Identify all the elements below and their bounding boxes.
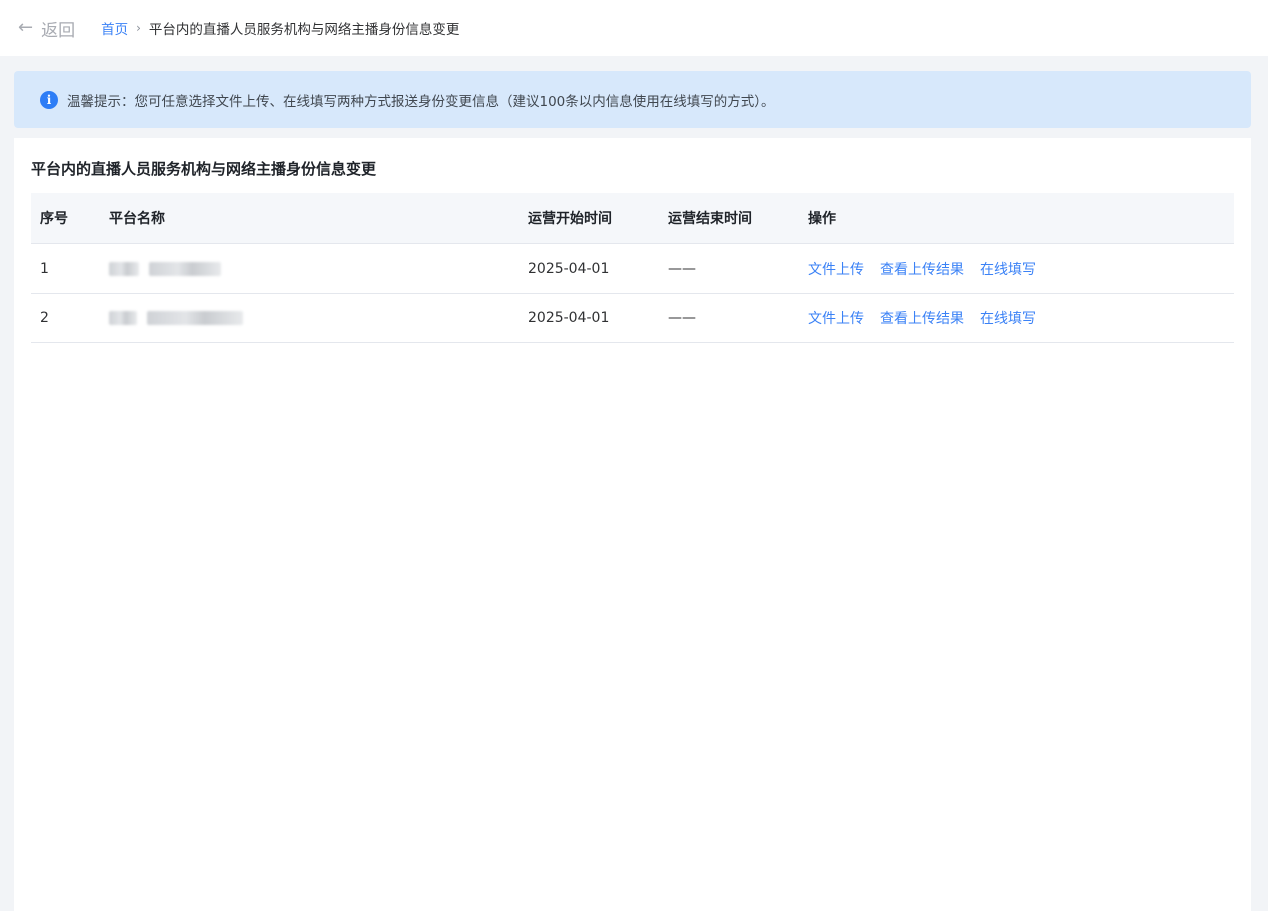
top-bar: ← 返回 首页 › 平台内的直播人员服务机构与网络主播身份信息变更 — [0, 0, 1268, 56]
redacted-text — [147, 311, 243, 325]
column-header-index: 序号 — [40, 211, 68, 227]
redacted-text — [149, 261, 221, 276]
view-upload-result-link[interactable]: 查看上传结果 — [880, 308, 964, 328]
file-upload-link[interactable]: 文件上传 — [808, 308, 864, 328]
breadcrumb: 首页 › 平台内的直播人员服务机构与网络主播身份信息变更 — [101, 18, 459, 38]
notice-text: 温馨提示：您可任意选择文件上传、在线填写两种方式报送身份变更信息（建议100条以… — [67, 93, 775, 110]
redacted-text — [109, 261, 139, 276]
table-header: 序号 平台名称 运营开始时间 运营结束时间 操作 — [31, 193, 1234, 243]
table-row: 1 2025-04-01 —— 文件上传 查看上传结果 在线填写 — [31, 243, 1234, 293]
back-button[interactable]: ← 返回 — [18, 16, 75, 41]
content-panel: 平台内的直播人员服务机构与网络主播身份信息变更 序号 平台名称 运营开始时间 运… — [14, 138, 1251, 911]
column-header-end-time: 运营结束时间 — [668, 211, 752, 227]
column-header-platform-name: 平台名称 — [109, 211, 165, 227]
breadcrumb-current: 平台内的直播人员服务机构与网络主播身份信息变更 — [148, 22, 460, 38]
breadcrumb-separator: › — [136, 21, 141, 35]
breadcrumb-home-link[interactable]: 首页 — [101, 18, 128, 38]
cell-platform-name — [101, 261, 520, 277]
view-upload-result-link[interactable]: 查看上传结果 — [880, 259, 964, 279]
cell-index: 2 — [40, 310, 49, 326]
info-icon: i — [40, 90, 58, 109]
panel-title: 平台内的直播人员服务机构与网络主播身份信息变更 — [31, 160, 377, 178]
cell-platform-name — [101, 310, 520, 326]
table-row: 2 2025-04-01 —— 文件上传 查看上传结果 在线填写 — [31, 293, 1234, 343]
platform-table: 序号 平台名称 运营开始时间 运营结束时间 操作 1 2025-04-01 ——… — [31, 193, 1234, 343]
back-label: 返回 — [41, 20, 76, 41]
cell-start-time: 2025-04-01 — [528, 310, 610, 326]
online-fill-link[interactable]: 在线填写 — [980, 308, 1036, 328]
cell-end-time: —— — [668, 260, 696, 277]
arrow-left-icon: ← — [18, 17, 34, 38]
file-upload-link[interactable]: 文件上传 — [808, 259, 864, 279]
column-header-start-time: 运营开始时间 — [528, 211, 612, 227]
cell-actions: 文件上传 查看上传结果 在线填写 — [800, 308, 1234, 328]
redacted-text — [109, 311, 137, 325]
cell-actions: 文件上传 查看上传结果 在线填写 — [800, 259, 1234, 279]
cell-start-time: 2025-04-01 — [528, 260, 610, 277]
cell-end-time: —— — [668, 310, 696, 326]
column-header-actions: 操作 — [808, 211, 836, 227]
cell-index: 1 — [40, 260, 49, 277]
online-fill-link[interactable]: 在线填写 — [980, 259, 1036, 279]
notice-banner: i 温馨提示：您可任意选择文件上传、在线填写两种方式报送身份变更信息（建议100… — [14, 71, 1251, 128]
